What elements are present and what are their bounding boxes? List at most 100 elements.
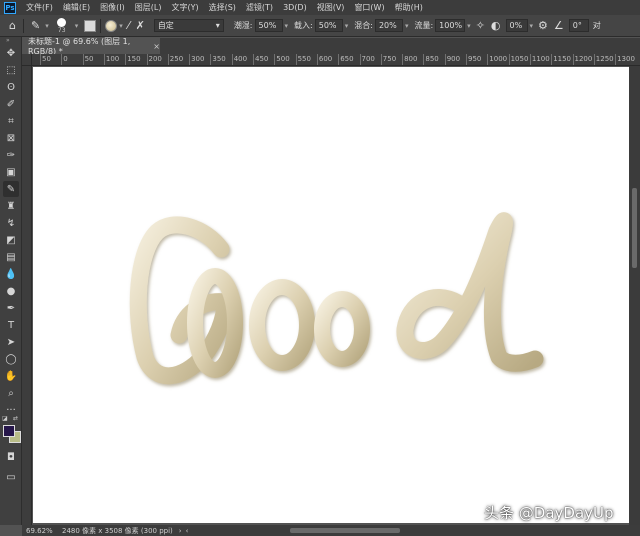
move-tool-icon[interactable]: ✥ xyxy=(3,45,19,61)
quick-mask-icon[interactable]: ◘ xyxy=(3,449,19,465)
chevron-down-icon[interactable]: ▾ xyxy=(43,22,51,30)
ruler-tick xyxy=(529,54,531,65)
pen-tool-icon[interactable]: ✒ xyxy=(3,300,19,316)
default-colors-icon[interactable]: ◪ xyxy=(2,415,8,422)
menu-file[interactable]: 文件(F) xyxy=(21,2,58,13)
ruler-tick xyxy=(423,54,425,65)
path-selection-tool-icon[interactable]: ➤ xyxy=(3,334,19,350)
menu-edit[interactable]: 编辑(E) xyxy=(58,2,95,13)
eyedropper-tool-icon[interactable]: ✑ xyxy=(3,147,19,163)
document-tab[interactable]: 未标题-1 @ 69.6% (图层 1, RGB/8) * × xyxy=(22,37,160,56)
load-field[interactable]: 50% xyxy=(314,19,343,32)
clean-brush-icon[interactable]: ✗ xyxy=(133,19,148,32)
menu-select[interactable]: 选择(S) xyxy=(204,2,241,13)
mixer-brush-tool-icon[interactable]: ✎ xyxy=(3,181,19,197)
lasso-tool-icon[interactable]: ʘ xyxy=(3,79,19,95)
ruler-tick xyxy=(231,54,233,65)
frame-tool-icon[interactable]: ⊠ xyxy=(3,130,19,146)
menu-view[interactable]: 视图(V) xyxy=(312,2,350,13)
eraser-tool-icon[interactable]: ◩ xyxy=(3,232,19,248)
ruler-tick-label: 1100 xyxy=(531,55,550,63)
airbrush-icon[interactable]: ✧ xyxy=(473,19,488,32)
vertical-scroll-thumb[interactable] xyxy=(632,188,637,268)
foreground-color-swatch[interactable] xyxy=(3,425,15,437)
vertical-scrollbar[interactable] xyxy=(629,66,640,525)
chevron-down-icon[interactable]: ▾ xyxy=(528,22,536,30)
ruler-tick-label: 200 xyxy=(148,55,162,63)
app-logo: Ps xyxy=(4,1,16,14)
zoom-level[interactable]: 69.62% xyxy=(26,527,56,535)
menu-window[interactable]: 窗口(W) xyxy=(349,2,389,13)
menu-filter[interactable]: 滤镜(T) xyxy=(241,2,278,13)
smoothing-icon[interactable]: ◐ xyxy=(488,19,504,32)
ruler-tick-label: 100 xyxy=(105,55,120,63)
chevron-down-icon[interactable]: ▾ xyxy=(283,22,291,30)
tools-panel: » ✥ ⬚ ʘ ✐ ⌗ ⊠ ✑ ▣ ✎ ♜ ↯ ◩ ▤ 💧 ● ✒ T ➤ ◯ … xyxy=(0,37,22,525)
mixer-brush-tool-icon[interactable]: ✎ xyxy=(28,19,43,32)
chevron-down-icon[interactable]: ▾ xyxy=(73,22,81,30)
ruler-tick-label: 1300 xyxy=(617,55,635,63)
home-icon[interactable]: ⌂ xyxy=(6,19,19,32)
vertical-ruler[interactable] xyxy=(22,66,32,525)
swap-colors-icon[interactable]: ⇄ xyxy=(13,415,18,422)
letter-g-stroke xyxy=(129,216,234,385)
screen-mode-icon[interactable]: ▭ xyxy=(3,469,19,485)
shape-tool-icon[interactable]: ◯ xyxy=(3,351,19,367)
menu-image[interactable]: 图像(I) xyxy=(95,2,130,13)
chevron-right-icon[interactable]: › xyxy=(179,527,182,535)
menu-3d[interactable]: 3D(D) xyxy=(278,3,312,12)
chevron-down-icon[interactable]: ▾ xyxy=(465,22,473,30)
chevron-down-icon[interactable]: ▾ xyxy=(117,22,125,30)
preset-combo-value: 自定 xyxy=(157,21,174,30)
hand-tool-icon[interactable]: ✋ xyxy=(3,368,19,384)
ruler-tick xyxy=(210,54,212,65)
chevron-down-icon[interactable]: ▾ xyxy=(343,22,351,30)
angle-field[interactable]: 0° xyxy=(568,19,589,32)
horizontal-ruler[interactable]: 50 0 50 100 150 200 250 300 350 400 450 500 550 600 65… xyxy=(22,54,640,66)
smoothing-field[interactable]: 0% xyxy=(505,19,528,32)
ruler-origin[interactable] xyxy=(22,54,32,66)
sample-all-layers-label[interactable]: 对 xyxy=(593,20,601,31)
menu-bar: Ps 文件(F) 编辑(E) 图像(I) 图层(L) 文字(Y) 选择(S) 滤… xyxy=(0,0,640,15)
brush-settings-panel-icon[interactable] xyxy=(84,19,97,32)
collapse-panel-icon[interactable]: » xyxy=(6,37,10,44)
ruler-tick xyxy=(572,54,574,65)
chevron-down-icon[interactable]: ▾ xyxy=(403,22,411,30)
ruler-tick xyxy=(359,54,361,65)
mix-field[interactable]: 20% xyxy=(374,19,403,32)
blur-tool-icon[interactable]: 💧 xyxy=(3,266,19,282)
ruler-tick-label: 1150 xyxy=(553,55,572,63)
brush-preset-picker[interactable]: 73 xyxy=(51,17,73,35)
ruler-tick-label: 0 xyxy=(63,55,68,63)
document-canvas[interactable] xyxy=(33,67,629,523)
history-brush-tool-icon[interactable]: ↯ xyxy=(3,215,19,231)
menu-type[interactable]: 文字(Y) xyxy=(166,2,203,13)
type-tool-icon[interactable]: T xyxy=(3,317,19,333)
menu-layer[interactable]: 图层(L) xyxy=(130,2,167,13)
menu-help[interactable]: 帮助(H) xyxy=(390,2,428,13)
ruler-tick xyxy=(189,54,191,65)
horizontal-scroll-thumb[interactable] xyxy=(290,528,400,533)
quick-select-tool-icon[interactable]: ✐ xyxy=(3,96,19,112)
close-icon[interactable]: × xyxy=(153,42,160,51)
clone-stamp-tool-icon[interactable]: ♜ xyxy=(3,198,19,214)
flow-field[interactable]: 100% xyxy=(435,19,466,32)
wet-field[interactable]: 50% xyxy=(254,19,283,32)
ruler-tick xyxy=(295,54,297,65)
crop-tool-icon[interactable]: ⌗ xyxy=(3,113,19,129)
current-brush-load-swatch[interactable] xyxy=(105,19,118,32)
marquee-tool-icon[interactable]: ⬚ xyxy=(3,62,19,78)
preset-combo-select[interactable]: 自定 ▾ xyxy=(153,19,224,32)
angle-icon[interactable]: ∠ xyxy=(551,19,567,32)
load-brush-icon[interactable]: ⁄ xyxy=(125,19,133,32)
ruler-tick xyxy=(593,54,595,65)
ruler-tick xyxy=(338,54,340,65)
gradient-tool-icon[interactable]: ▤ xyxy=(3,249,19,265)
ruler-tick xyxy=(61,54,63,65)
ruler-tick xyxy=(551,54,553,65)
gear-icon[interactable]: ⚙ xyxy=(535,19,551,32)
healing-brush-tool-icon[interactable]: ▣ xyxy=(3,164,19,180)
dodge-tool-icon[interactable]: ● xyxy=(3,283,19,299)
zoom-tool-icon[interactable]: ⌕ xyxy=(3,385,19,401)
chevron-left-icon[interactable]: ‹ xyxy=(186,527,189,535)
